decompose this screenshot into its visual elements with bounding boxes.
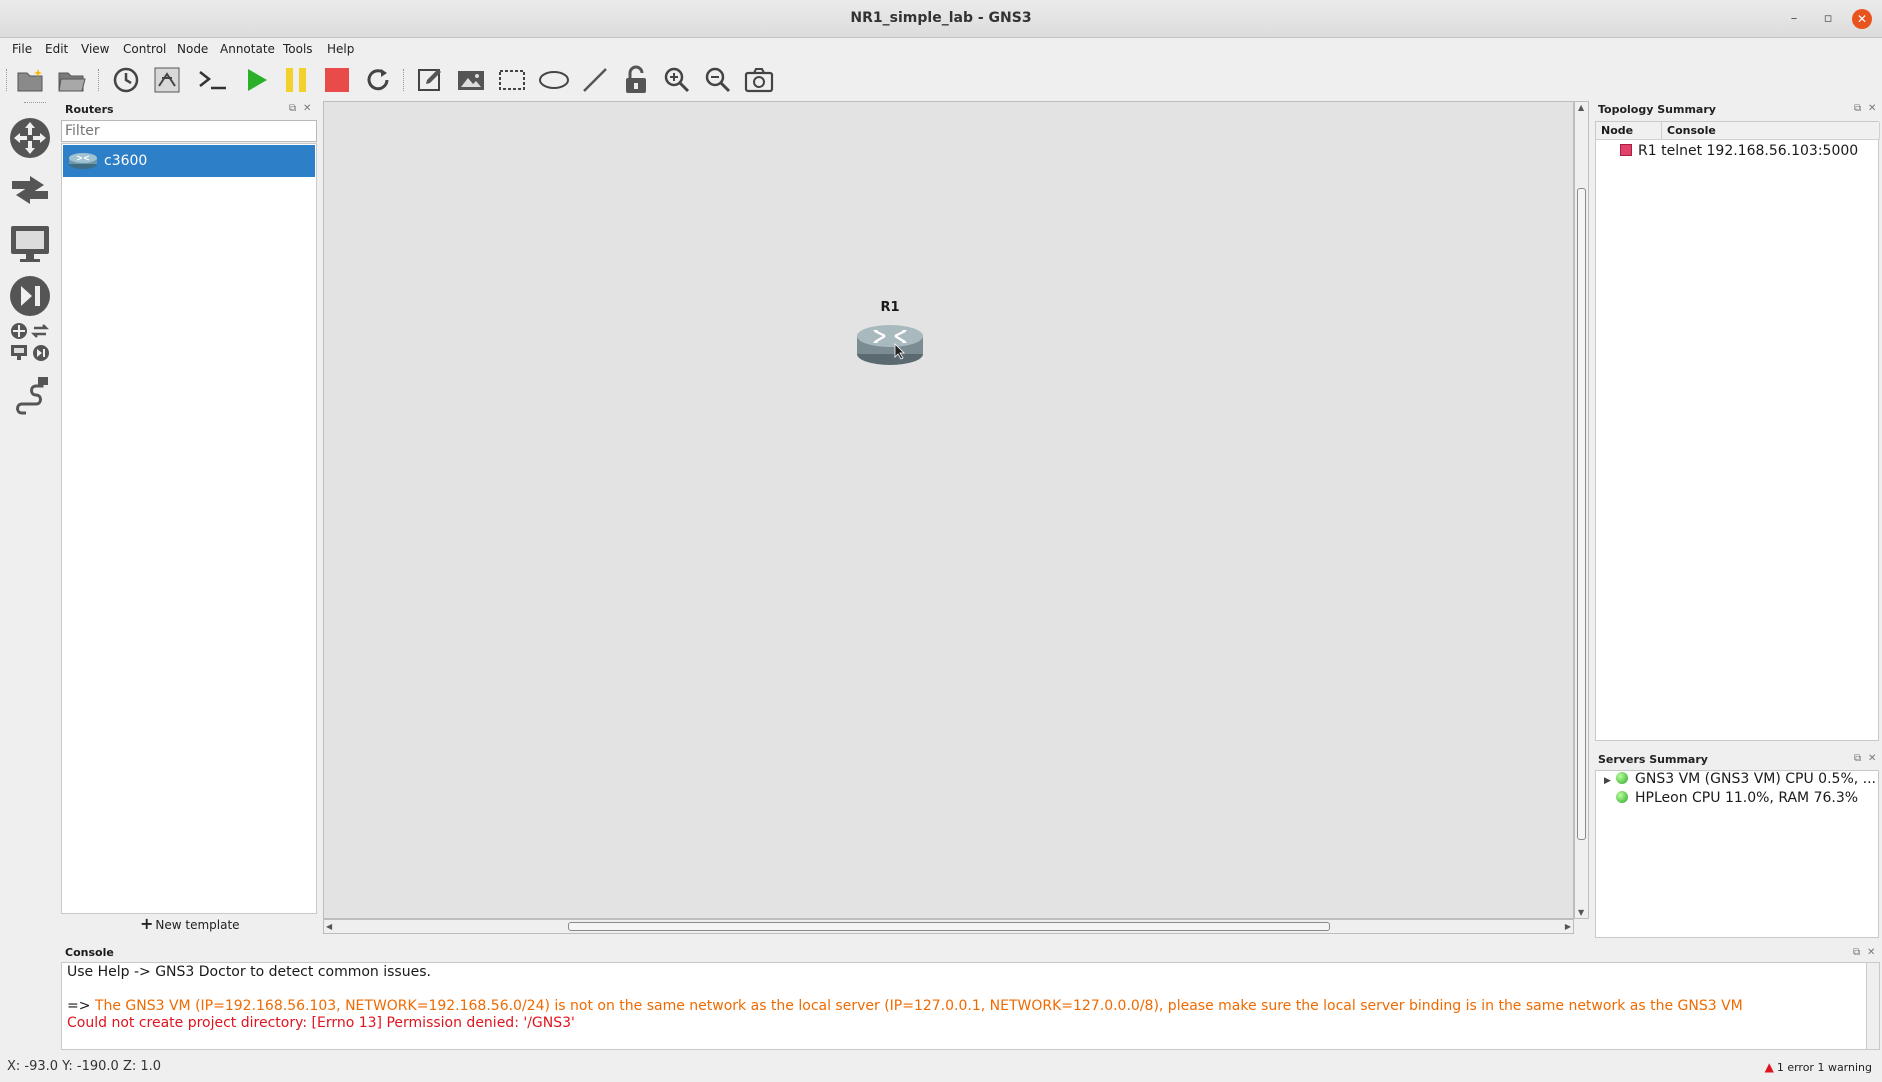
node-console: telnet 192.168.56.103:5000 bbox=[1661, 143, 1859, 159]
open-project-icon[interactable] bbox=[56, 64, 88, 96]
status-issues[interactable]: ▲ 1 error 1 warning bbox=[1765, 1060, 1872, 1074]
console-scrollbar[interactable] bbox=[1866, 962, 1880, 1050]
node-label[interactable]: R1 bbox=[855, 300, 925, 315]
toolbar-separator bbox=[403, 69, 405, 91]
console-prompt: => bbox=[67, 998, 91, 1014]
float-panel-icon[interactable]: ⧉ bbox=[1853, 947, 1860, 958]
screenshot-icon[interactable] bbox=[743, 64, 775, 96]
menu-annotate[interactable]: Annotate bbox=[220, 42, 275, 56]
topology-summary-title: Topology Summary bbox=[1598, 103, 1716, 116]
topology-canvas[interactable] bbox=[323, 101, 1574, 919]
toolbar-separator bbox=[98, 69, 100, 91]
close-panel-icon[interactable]: ✕ bbox=[1867, 947, 1875, 958]
console-warning-line: => The GNS3 VM (IP=192.168.56.103, NETWO… bbox=[67, 998, 1743, 1014]
routers-panel-title: Routers bbox=[65, 103, 114, 116]
router-template-c3600[interactable]: c3600 bbox=[63, 145, 315, 177]
window-title: NR1_simple_lab - GNS3 bbox=[850, 10, 1032, 26]
menu-file[interactable]: File bbox=[12, 42, 32, 56]
status-bar: X: -93.0 Y: -190.0 Z: 1.0 ▲ 1 error 1 war… bbox=[0, 1054, 1882, 1082]
draw-rectangle-icon[interactable] bbox=[496, 64, 528, 96]
console-output[interactable]: Use Help -> GNS3 Doctor to detect common… bbox=[61, 962, 1867, 1050]
insert-picture-icon[interactable] bbox=[455, 64, 487, 96]
server-item-gns3-vm[interactable]: ▶ GNS3 VM (GNS3 VM) CPU 0.5%, ... bbox=[1604, 771, 1876, 787]
column-header-console[interactable]: Console bbox=[1662, 122, 1880, 140]
close-panel-icon[interactable]: ✕ bbox=[1868, 753, 1876, 764]
lock-unlock-icon[interactable] bbox=[620, 64, 652, 96]
new-template-button[interactable]: + New template bbox=[140, 914, 240, 936]
server-online-icon bbox=[1616, 791, 1628, 803]
status-issues-text: 1 error 1 warning bbox=[1776, 1061, 1872, 1074]
scrollbar-thumb[interactable] bbox=[1577, 188, 1586, 840]
server-item-hpleon[interactable]: HPLeon CPU 11.0%, RAM 76.3% bbox=[1616, 790, 1858, 806]
menu-edit[interactable]: Edit bbox=[45, 42, 68, 56]
console-panel-title: Console bbox=[65, 946, 114, 959]
menu-control[interactable]: Control bbox=[123, 42, 166, 56]
float-panel-icon[interactable]: ⧉ bbox=[1854, 103, 1861, 114]
status-coordinates: X: -93.0 Y: -190.0 Z: 1.0 bbox=[7, 1059, 162, 1074]
menu-help[interactable]: Help bbox=[327, 42, 354, 56]
show-interface-labels-icon[interactable] bbox=[151, 64, 183, 96]
end-devices-category-icon[interactable] bbox=[6, 220, 54, 268]
main-toolbar bbox=[0, 61, 1882, 99]
suspend-all-icon[interactable] bbox=[280, 64, 312, 96]
reload-all-icon[interactable] bbox=[362, 64, 394, 96]
stop-all-icon[interactable] bbox=[321, 64, 353, 96]
warning-icon: ▲ bbox=[1764, 1060, 1774, 1074]
menu-bar: File Edit View Control Node Annotate Too… bbox=[0, 38, 1882, 61]
node-name: R1 bbox=[1638, 143, 1657, 159]
console-line: Use Help -> GNS3 Doctor to detect common… bbox=[67, 964, 431, 980]
console-warning-text: The GNS3 VM (IP=192.168.56.103, NETWORK=… bbox=[94, 998, 1743, 1014]
servers-list: ▶ GNS3 VM (GNS3 VM) CPU 0.5%, ... HPLeon … bbox=[1595, 770, 1879, 938]
draw-line-icon[interactable] bbox=[579, 64, 611, 96]
zoom-in-icon[interactable] bbox=[661, 64, 693, 96]
menu-tools[interactable]: Tools bbox=[283, 42, 313, 56]
start-all-icon[interactable] bbox=[240, 64, 272, 96]
router-filter-input[interactable] bbox=[61, 120, 317, 142]
router-template-label: c3600 bbox=[104, 153, 148, 169]
add-note-icon[interactable] bbox=[414, 64, 446, 96]
float-panel-icon[interactable]: ⧉ bbox=[289, 103, 296, 114]
topology-row[interactable]: R1 telnet 192.168.56.103:5000 bbox=[1620, 143, 1858, 159]
toolbar-grip bbox=[24, 102, 46, 104]
router-template-list: c3600 bbox=[61, 143, 317, 914]
console-error-line: Could not create project directory: [Err… bbox=[67, 1015, 575, 1031]
servers-summary-title: Servers Summary bbox=[1598, 753, 1708, 766]
router-icon bbox=[857, 325, 923, 365]
server-label: HPLeon CPU 11.0%, RAM 76.3% bbox=[1635, 790, 1859, 806]
menu-node[interactable]: Node bbox=[177, 42, 208, 56]
menu-view[interactable]: View bbox=[81, 42, 109, 56]
server-online-icon bbox=[1616, 772, 1628, 784]
canvas-vertical-scrollbar[interactable]: ▲ ▼ bbox=[1574, 101, 1589, 919]
add-link-icon[interactable] bbox=[6, 372, 54, 420]
node-stopped-status-icon bbox=[1620, 144, 1632, 156]
close-panel-icon[interactable]: ✕ bbox=[1868, 103, 1876, 114]
routers-category-icon[interactable] bbox=[6, 114, 54, 162]
console-all-icon[interactable] bbox=[197, 64, 229, 96]
device-type-toolbar bbox=[0, 100, 60, 940]
close-panel-icon[interactable]: ✕ bbox=[303, 103, 311, 114]
draw-ellipse-icon[interactable] bbox=[538, 64, 570, 96]
scrollbar-thumb[interactable] bbox=[568, 922, 1330, 931]
topology-summary-table: Node Console R1 telnet 192.168.56.103:50… bbox=[1595, 121, 1880, 741]
title-bar: NR1_simple_lab - GNS3 – ▫ ✕ bbox=[0, 0, 1882, 38]
all-devices-category-icon[interactable] bbox=[6, 318, 54, 366]
switches-category-icon[interactable] bbox=[6, 166, 54, 214]
minimize-button[interactable]: – bbox=[1784, 9, 1804, 29]
expand-arrow-icon[interactable]: ▶ bbox=[1604, 776, 1616, 786]
plus-icon: + bbox=[140, 914, 154, 933]
server-label: GNS3 VM (GNS3 VM) CPU 0.5%, ... bbox=[1635, 771, 1877, 787]
float-panel-icon[interactable]: ⧉ bbox=[1854, 753, 1861, 764]
zoom-out-icon[interactable] bbox=[702, 64, 734, 96]
new-project-icon[interactable] bbox=[15, 64, 47, 96]
security-devices-category-icon[interactable] bbox=[6, 272, 54, 320]
router-icon bbox=[68, 152, 98, 174]
close-window-button[interactable]: ✕ bbox=[1852, 9, 1872, 29]
snapshot-icon[interactable] bbox=[110, 64, 142, 96]
node-r1[interactable]: R1 bbox=[855, 300, 925, 370]
maximize-button[interactable]: ▫ bbox=[1818, 9, 1838, 29]
canvas-horizontal-scrollbar[interactable]: ◀ ▶ bbox=[323, 919, 1574, 934]
toolbar-grip bbox=[6, 69, 8, 91]
column-header-node[interactable]: Node bbox=[1596, 122, 1662, 140]
new-template-label: New template bbox=[155, 918, 240, 932]
